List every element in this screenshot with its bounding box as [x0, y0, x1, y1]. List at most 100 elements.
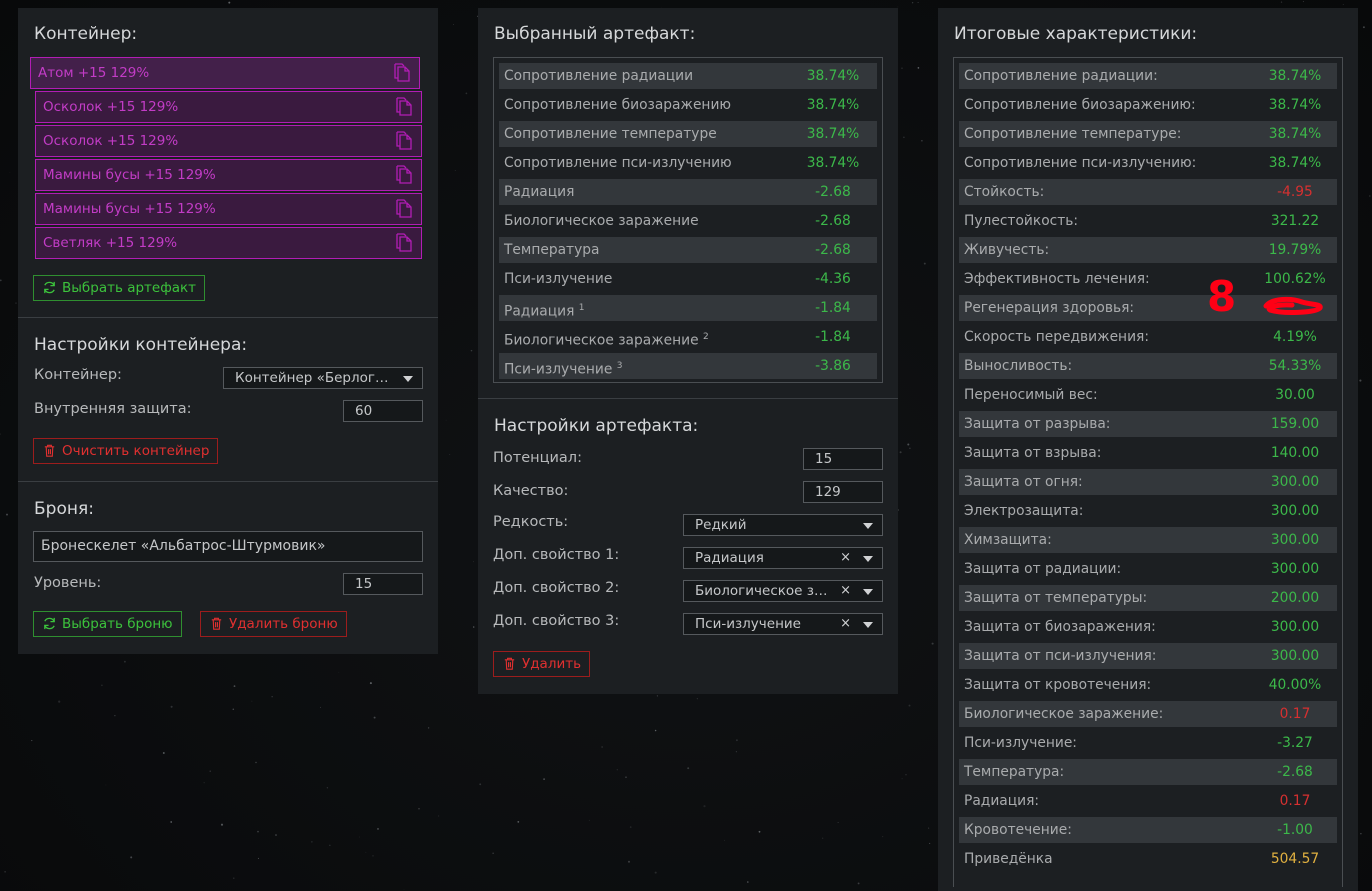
star — [1342, 4, 1344, 5]
star — [735, 739, 738, 742]
copy-icon[interactable] — [395, 97, 413, 117]
stat-value: 38.74% — [806, 155, 860, 171]
stat-value: 0.17 — [1279, 793, 1311, 809]
star — [465, 92, 468, 95]
chevron-down-icon — [863, 556, 873, 562]
artifact-list-item[interactable]: Осколок +15 129% — [35, 91, 422, 123]
stat-name: Сопротивление радиации — [504, 63, 693, 89]
artifact-list-item[interactable]: Осколок +15 129% — [35, 125, 422, 157]
container-select[interactable]: Контейнер «Берлога… — [223, 367, 423, 389]
stat-name: Приведёнка — [964, 846, 1053, 872]
star — [162, 752, 165, 754]
star — [917, 67, 920, 69]
star — [1359, 379, 1362, 382]
select-artifact-button[interactable]: Выбрать артефакт — [33, 275, 206, 301]
stat-value: 38.74% — [1268, 97, 1322, 113]
delete-artifact-button[interactable]: Удалить — [493, 651, 591, 677]
stat-name-text: Защита от кровотечения: — [964, 677, 1152, 693]
stat-name-text: Переносимый вес: — [964, 387, 1098, 403]
totals-title: Итоговые характеристики: — [954, 24, 1198, 44]
star — [31, 740, 33, 742]
artifact-title: Выбранный артефакт: — [494, 24, 696, 44]
star — [627, 860, 631, 863]
inner-protection-input[interactable]: 60 — [343, 400, 423, 422]
stat-name: Защита от взрыва: — [964, 440, 1101, 466]
star — [472, 626, 475, 628]
stat-row: Сопротивление пси-излучению 38.74% — [499, 150, 877, 176]
clear-icon[interactable]: × — [840, 614, 851, 634]
artifact-list-item[interactable]: Атом +15 129% — [30, 57, 420, 89]
rarity-select[interactable]: Редкий — [683, 514, 883, 536]
stat-row: Биологическое заражение 2 -1.84 — [499, 324, 877, 350]
artifact-list-item[interactable]: Мамины бусы +15 129% — [35, 193, 422, 225]
stat-value: 38.74% — [806, 126, 860, 142]
copy-icon[interactable] — [393, 63, 411, 83]
clear-icon[interactable]: × — [840, 581, 851, 601]
chevron-down-icon — [403, 376, 413, 382]
delete-armor-button[interactable]: Удалить броню — [200, 611, 347, 637]
star — [365, 851, 367, 853]
stat-value: -2.68 — [815, 242, 851, 258]
star — [228, 1, 231, 4]
artifact-list-item[interactable]: Светляк +15 129% — [35, 227, 422, 259]
stat-name: Сопротивление биозаражению: — [964, 92, 1196, 118]
stat-row: Электрозащита: 300.00 — [959, 498, 1337, 524]
star — [453, 24, 454, 25]
stat-name: Сопротивление биозаражению — [504, 92, 731, 118]
stat-value: -2.68 — [815, 213, 851, 229]
extra1-value: Радиация — [695, 550, 764, 566]
star — [233, 877, 235, 879]
stat-row: Пси-излучение: -3.27 — [959, 730, 1337, 756]
stat-value: -4.95 — [1277, 184, 1313, 200]
star — [124, 660, 126, 663]
star — [251, 700, 253, 702]
extra2-select[interactable]: Биологическое за… × — [683, 580, 883, 602]
artifact-list-item[interactable]: Мамины бусы +15 129% — [35, 159, 422, 191]
stat-name-text: Защита от биозаражения: — [964, 619, 1156, 635]
star — [656, 695, 658, 697]
clear-container-button[interactable]: Очистить контейнер — [33, 438, 219, 464]
trash-icon — [211, 617, 222, 630]
stat-name: Защита от пси-излучения: — [964, 643, 1156, 669]
copy-icon[interactable] — [395, 131, 413, 151]
stat-name-text: Сопротивление радиации — [504, 68, 694, 84]
stat-value: 54.33% — [1268, 358, 1322, 374]
stat-name: Эффективность лечения: — [964, 266, 1150, 292]
stat-row: Биологическое заражение -2.68 — [499, 208, 877, 234]
star — [588, 819, 590, 821]
stat-name-text: Радиация — [504, 184, 575, 200]
select-armor-button[interactable]: Выбрать броню — [33, 611, 182, 637]
copy-icon[interactable] — [395, 233, 413, 253]
stat-row: Приведёнка 504.57 — [959, 846, 1337, 872]
copy-icon[interactable] — [395, 165, 413, 185]
star — [822, 837, 824, 839]
annotation-text: 8 — [1207, 272, 1237, 321]
quality-input[interactable]: 129 — [803, 481, 883, 503]
star — [170, 821, 173, 823]
star — [928, 827, 930, 829]
stat-row: Кровотечение: -1.00 — [959, 817, 1337, 843]
clear-icon[interactable]: × — [840, 548, 851, 568]
stat-row: Химзащита: 300.00 — [959, 527, 1337, 553]
stat-name-text: Защита от пси-излучения: — [964, 648, 1157, 664]
star — [907, 443, 910, 446]
stat-name: Сопротивление пси-излучению: — [964, 150, 1196, 176]
star — [271, 696, 273, 698]
stat-value: 19.79% — [1268, 242, 1322, 258]
stat-row: Стойкость: -4.95 — [959, 179, 1337, 205]
copy-icon[interactable] — [395, 199, 413, 219]
extra3-select[interactable]: Пси-излучение × — [683, 613, 883, 635]
stat-name: Электрозащита: — [964, 498, 1083, 524]
stat-value: 300.00 — [1270, 503, 1320, 519]
stat-row: Переносимый вес: 30.00 — [959, 382, 1337, 408]
star — [255, 761, 257, 764]
stat-row: Защита от пси-излучения: 300.00 — [959, 643, 1337, 669]
level-input[interactable]: 15 — [343, 573, 423, 595]
stat-row: Сопротивление температуре 38.74% — [499, 121, 877, 147]
extra1-select[interactable]: Радиация × — [683, 547, 883, 569]
armor-field[interactable]: Бронескелет «Альбатрос-Штурмовик» — [33, 531, 423, 562]
star — [917, 2, 919, 4]
stat-name: Кровотечение: — [964, 817, 1072, 843]
potential-input[interactable]: 15 — [803, 448, 883, 470]
star — [654, 871, 657, 874]
